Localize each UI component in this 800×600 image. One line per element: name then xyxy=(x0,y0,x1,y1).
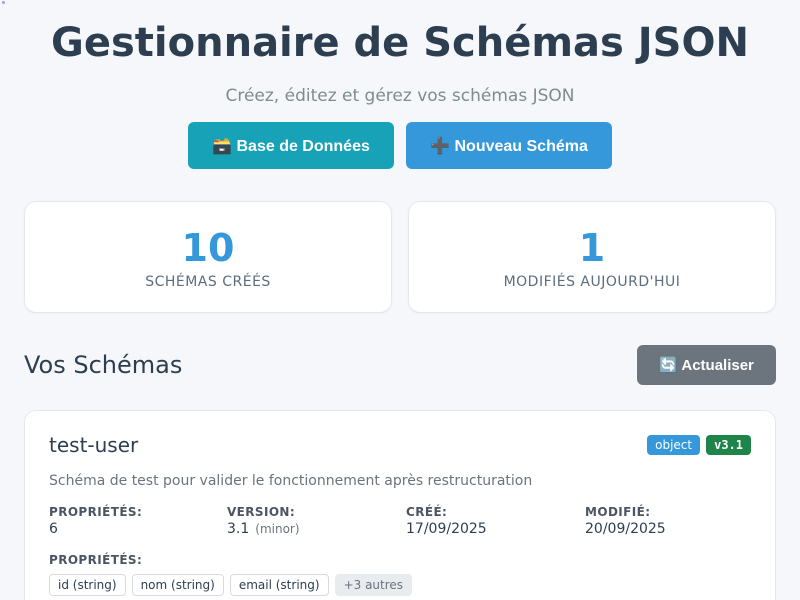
type-badge: object xyxy=(647,435,701,455)
meta-label: CRÉÉ: xyxy=(406,505,448,519)
property-tag: id (string) xyxy=(49,574,126,596)
schemas-section-title: Vos Schémas xyxy=(24,351,183,379)
stat-label: SCHÉMAS CRÉÉS xyxy=(145,274,271,290)
database-button[interactable]: 🗃️ Base de Données xyxy=(188,122,394,169)
meta-value: 6 xyxy=(49,521,58,537)
stat-card-schemas-created: 10 SCHÉMAS CRÉÉS xyxy=(24,201,392,313)
property-tag: email (string) xyxy=(229,574,329,596)
property-tag: nom (string) xyxy=(131,574,224,596)
schema-card[interactable]: test-user object v3.1 Schéma de test pou… xyxy=(24,410,776,600)
new-schema-button[interactable]: ➕ Nouveau Schéma xyxy=(406,122,612,169)
schema-description: Schéma de test pour valider le fonctionn… xyxy=(49,473,533,489)
property-tags: id (string) nom (string) email (string) … xyxy=(49,574,413,596)
meta-created: CRÉÉ: 17/09/2025 xyxy=(406,505,487,537)
meta-label: MODIFIÉ: xyxy=(585,505,651,519)
stat-value: 1 xyxy=(578,226,606,270)
page-subtitle: Créez, éditez et gérez vos schémas JSON xyxy=(225,86,575,106)
version-note: (minor) xyxy=(255,522,300,536)
meta-version: VERSION: 3.1 (minor) xyxy=(227,505,300,537)
version-badge: v3.1 xyxy=(706,435,751,455)
schema-manager-page: Gestionnaire de Schémas JSON Créez, édit… xyxy=(0,0,800,600)
page-title: Gestionnaire de Schémas JSON xyxy=(51,20,749,66)
stat-label: MODIFIÉS AUJOURD'HUI xyxy=(503,274,681,290)
corner-dot xyxy=(2,1,5,4)
property-list-label: PROPRIÉTÉS: xyxy=(49,553,143,567)
meta-value-wrap: 3.1 (minor) xyxy=(227,521,300,537)
meta-properties: PROPRIÉTÉS: 6 xyxy=(49,505,142,537)
meta-value: 17/09/2025 xyxy=(406,521,487,537)
meta-modified: MODIFIÉ: 20/09/2025 xyxy=(585,505,666,537)
meta-label: PROPRIÉTÉS: xyxy=(49,505,143,519)
meta-value: 3.1 xyxy=(227,521,250,537)
schema-name: test-user xyxy=(49,433,139,457)
schema-badges: object v3.1 xyxy=(647,435,751,455)
refresh-button[interactable]: 🔄 Actualiser xyxy=(637,345,776,385)
meta-label: VERSION: xyxy=(227,505,296,519)
more-properties-tag[interactable]: +3 autres xyxy=(334,574,413,596)
stat-card-modified-today: 1 MODIFIÉS AUJOURD'HUI xyxy=(408,201,776,313)
meta-value: 20/09/2025 xyxy=(585,521,666,537)
stat-value: 10 xyxy=(181,226,235,270)
